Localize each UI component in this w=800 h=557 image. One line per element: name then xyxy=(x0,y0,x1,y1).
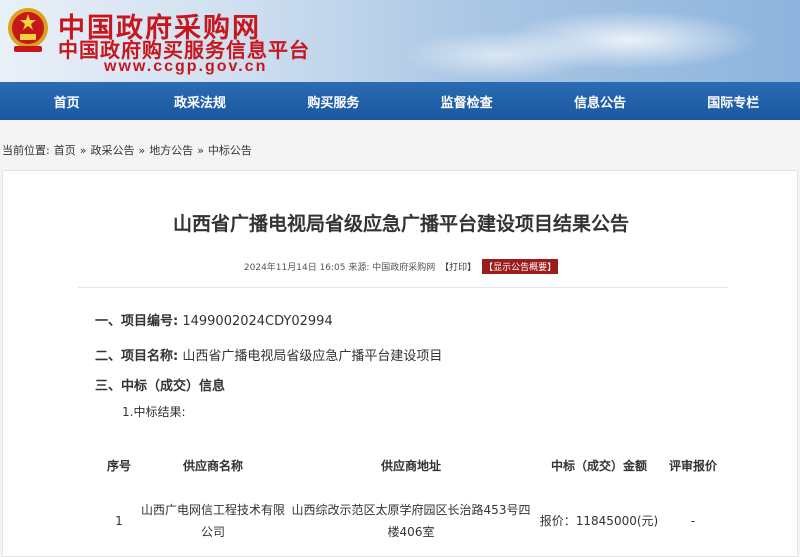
col-header-review-quote: 评审报价 xyxy=(668,459,717,473)
award-table: 序号 供应商名称 供应商地址 中标（成交）金额 评审报价 1 山西广电网信工程技… xyxy=(101,441,721,551)
article-title: 山西省广播电视局省级应急广播平台建设项目结果公告 xyxy=(172,213,629,235)
project-number-value: 1499002024CDY02994 xyxy=(182,314,333,329)
nav-purchase-services[interactable]: 购买服务 xyxy=(267,92,400,111)
breadcrumb-gov-procurement[interactable]: 政采公告 xyxy=(90,142,134,158)
nav-announcements[interactable]: 信息公告 xyxy=(533,92,666,111)
award-result-subheading: 1.中标结果: xyxy=(122,405,186,419)
breadcrumb-local[interactable]: 地方公告 xyxy=(149,142,193,158)
cell-review-quote: - xyxy=(690,514,696,528)
col-header-supplier-address: 供应商地址 xyxy=(380,459,441,473)
main-nav: 首页 政采法规 购买服务 监督检查 信息公告 国际专栏 xyxy=(0,82,800,120)
decorative-cloud xyxy=(400,30,600,80)
site-header: 中国政府采购网 中国政府购买服务信息平台 www.ccgp.gov.cn xyxy=(0,0,800,82)
cell-index: 1 xyxy=(115,514,123,528)
source-name: 中国政府采购网 xyxy=(372,263,436,273)
project-number-label: 一、项目编号: xyxy=(95,314,179,329)
breadcrumb-home[interactable]: 首页 xyxy=(54,142,76,158)
nav-home[interactable]: 首页 xyxy=(0,92,133,111)
project-name: 二、项目名称: 山西省广播电视局省级应急广播平台建设项目 xyxy=(95,345,442,364)
print-link[interactable]: 【打印】 xyxy=(440,263,476,273)
project-name-label: 二、项目名称: xyxy=(95,349,179,364)
col-header-supplier-name: 供应商名称 xyxy=(182,459,243,473)
publish-info: 2024年11月14日 16:05 来源: xyxy=(243,263,370,273)
table-row: 1 山西广电网信工程技术有限公司 山西综改示范区太原学府园区长治路453号四楼4… xyxy=(101,491,721,551)
award-info-heading: 三、中标（成交）信息 xyxy=(95,375,225,394)
article-meta: 2024年11月14日 16:05 来源: 中国政府采购网 【打印】 【显示公告… xyxy=(3,259,799,274)
col-header-index: 序号 xyxy=(106,459,131,473)
breadcrumb-separator: » xyxy=(138,143,146,157)
show-overview-button[interactable]: 【显示公告概要】 xyxy=(482,259,559,274)
breadcrumb-award[interactable]: 中标公告 xyxy=(208,142,252,158)
nav-international[interactable]: 国际专栏 xyxy=(667,92,800,111)
col-header-amount: 中标（成交）金额 xyxy=(550,459,647,473)
breadcrumb: 当前位置: 首页 » 政采公告 » 地方公告 » 中标公告 xyxy=(0,140,800,160)
divider xyxy=(78,287,728,288)
breadcrumb-label: 当前位置: xyxy=(2,144,50,157)
breadcrumb-separator: » xyxy=(197,143,204,157)
nav-regulations[interactable]: 政采法规 xyxy=(133,92,266,111)
project-number: 一、项目编号: 1499002024CDY02994 xyxy=(95,310,333,329)
table-header-row: 序号 供应商名称 供应商地址 中标（成交）金额 评审报价 xyxy=(101,441,721,491)
cell-supplier-address: 山西综改示范区太原学府园区长治路453号四楼406室 xyxy=(291,503,531,539)
article-card: 山西省广播电视局省级应急广播平台建设项目结果公告 2024年11月14日 16:… xyxy=(2,170,798,557)
site-url: www.ccgp.gov.cn xyxy=(104,58,268,75)
breadcrumb-separator: » xyxy=(79,143,87,157)
national-emblem-icon xyxy=(8,8,48,52)
award-info-label: 三、中标（成交）信息 xyxy=(95,379,226,394)
cell-supplier-name: 山西广电网信工程技术有限公司 xyxy=(140,503,285,539)
cell-amount: 报价：11845000(元) xyxy=(539,514,659,528)
project-name-value: 山西省广播电视局省级应急广播平台建设项目 xyxy=(182,349,443,364)
nav-supervision[interactable]: 监督检查 xyxy=(400,92,533,111)
